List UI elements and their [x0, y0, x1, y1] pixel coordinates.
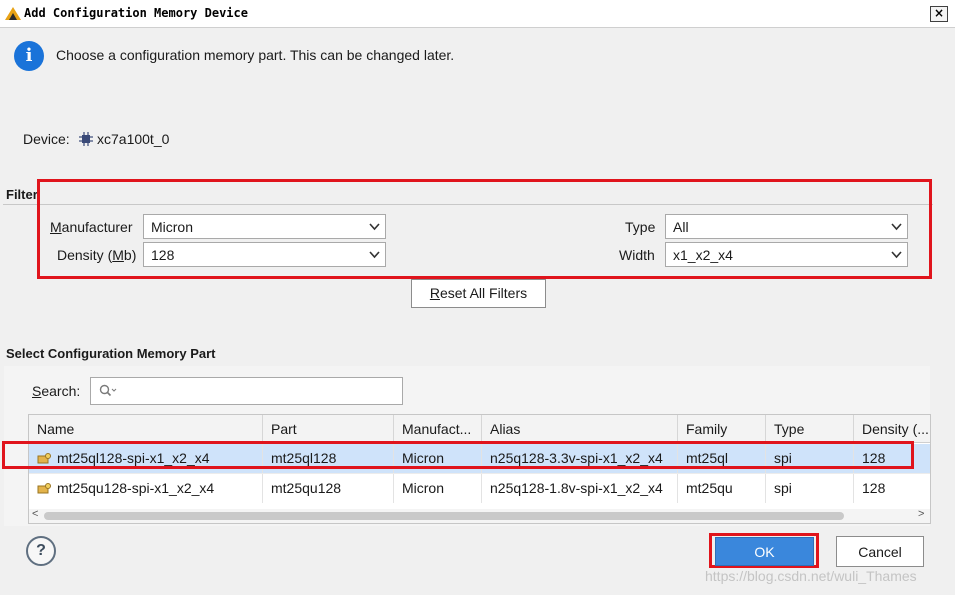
reset-filters-button[interactable]: Reset All Filters: [411, 279, 546, 308]
cell-alias: n25q128-1.8v-spi-x1_x2_x4: [482, 474, 678, 503]
chevron-down-icon: [891, 251, 902, 259]
table-row[interactable]: mt25qu128-spi-x1_x2_x4 mt25qu128 Micron …: [29, 473, 930, 503]
cell-family: mt25qu: [678, 474, 766, 503]
info-icon: i: [14, 41, 44, 71]
scroll-right-arrow[interactable]: >: [918, 508, 924, 520]
column-header-density[interactable]: Density (...: [854, 415, 930, 443]
manufacturer-label: Manufacturer: [50, 219, 133, 235]
horizontal-scrollbar[interactable]: < >: [29, 508, 930, 523]
cell-part: mt25ql128: [263, 444, 394, 473]
cell-part: mt25qu128: [263, 474, 394, 503]
column-header-family[interactable]: Family: [678, 415, 766, 443]
density-select[interactable]: 128: [143, 242, 386, 267]
cell-manufacturer: Micron: [394, 474, 482, 503]
search-input[interactable]: [90, 377, 403, 405]
help-button[interactable]: ?: [26, 536, 56, 566]
density-label: Density (Mb): [57, 247, 137, 263]
table-row[interactable]: mt25ql128-spi-x1_x2_x4 mt25ql128 Micron …: [29, 444, 930, 473]
info-message: Choose a configuration memory part. This…: [56, 47, 455, 63]
cell-type: spi: [766, 444, 854, 473]
column-header-manufacturer[interactable]: Manufact...: [394, 415, 482, 443]
search-icon: [99, 384, 117, 397]
cell-family: mt25ql: [678, 444, 766, 473]
ok-button[interactable]: OK: [715, 537, 814, 566]
cell-name: mt25ql128-spi-x1_x2_x4: [49, 444, 263, 473]
chevron-down-icon: [369, 223, 380, 231]
cell-name: mt25qu128-spi-x1_x2_x4: [49, 474, 263, 503]
cell-density: 128: [862, 480, 886, 496]
vivado-logo-icon: [5, 7, 21, 20]
device-value: xc7a100t_0: [97, 131, 170, 147]
memory-part-table: Name Part Manufact... Alias Family Type …: [28, 414, 931, 524]
type-select-value: All: [673, 219, 689, 235]
column-header-name[interactable]: Name: [29, 415, 263, 443]
window-title: Add Configuration Memory Device: [24, 6, 248, 20]
watermark-text: https://blog.csdn.net/wuli_Thames: [705, 568, 917, 584]
type-select[interactable]: All: [665, 214, 908, 239]
density-select-value: 128: [151, 247, 175, 263]
device-label: Device:: [23, 131, 70, 147]
cell-density: 128: [862, 450, 886, 466]
filter-section-label: Filter: [6, 187, 38, 202]
title-bar: Add Configuration Memory Device ×: [0, 0, 955, 28]
chevron-down-icon: [891, 223, 902, 231]
type-label: Type: [625, 219, 656, 235]
cell-type: spi: [766, 474, 854, 503]
cell-manufacturer: Micron: [394, 444, 482, 473]
width-label: Width: [619, 247, 655, 263]
width-select[interactable]: x1_x2_x4: [665, 242, 908, 267]
scrollbar-thumb[interactable]: [44, 512, 844, 520]
chip-icon: [79, 132, 93, 146]
search-label: Search:: [32, 383, 81, 399]
manufacturer-select[interactable]: Micron: [143, 214, 386, 239]
cancel-button[interactable]: Cancel: [836, 536, 924, 567]
column-header-type[interactable]: Type: [766, 415, 854, 443]
close-button[interactable]: ×: [930, 6, 948, 22]
column-header-part[interactable]: Part: [263, 415, 394, 443]
width-select-value: x1_x2_x4: [673, 247, 733, 263]
column-header-alias[interactable]: Alias: [482, 415, 678, 443]
chevron-down-icon: [369, 251, 380, 259]
manufacturer-select-value: Micron: [151, 219, 194, 235]
table-header: Name Part Manufact... Alias Family Type …: [29, 415, 930, 443]
scroll-left-arrow[interactable]: <: [32, 508, 38, 520]
cell-alias: n25q128-3.3v-spi-x1_x2_x4: [482, 444, 678, 473]
select-section-label: Select Configuration Memory Part: [6, 346, 216, 361]
